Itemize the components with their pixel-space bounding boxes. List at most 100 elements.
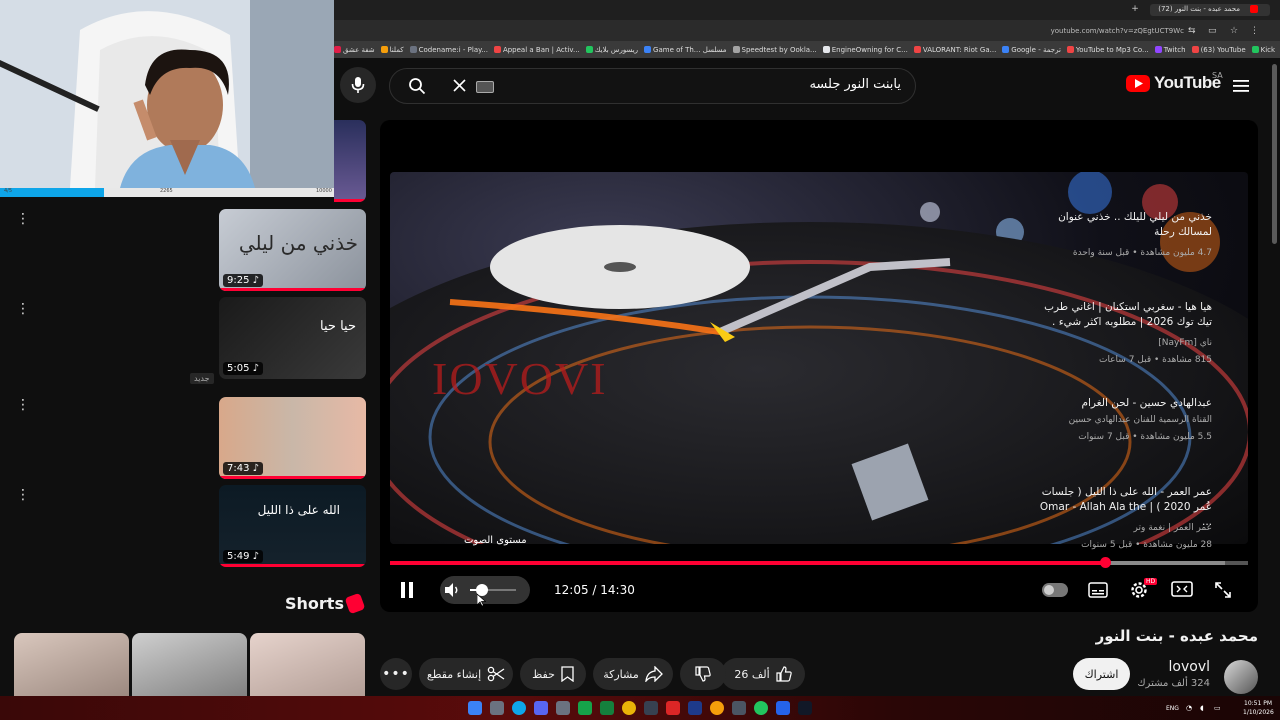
mouse-cursor-icon <box>476 592 487 611</box>
theater-mode-button[interactable] <box>1171 581 1193 601</box>
share-button[interactable]: مشاركة <box>593 658 673 690</box>
input-language[interactable]: ENG <box>1166 705 1179 712</box>
recommendation-channel[interactable]: ناي [NayFm] <box>1032 337 1212 350</box>
taskbar-app-icon[interactable] <box>556 701 570 715</box>
dislike-button[interactable] <box>680 658 726 690</box>
recommendation-meta: 28 مليون مشاهدة • قبل 5 سنوات <box>1081 540 1212 550</box>
clip-label: إنشاء مقطع <box>426 667 482 681</box>
clip-button[interactable]: إنشاء مقطع <box>419 658 513 690</box>
taskbar-app-icon[interactable] <box>732 701 746 715</box>
speaker-icon[interactable]: ◖ <box>1200 704 1204 712</box>
address-bar-url[interactable]: youtube.com/watch?v=zQEgtUCT9Wc <box>1051 27 1184 35</box>
chrome-icon[interactable] <box>710 701 724 715</box>
taskbar-app-icon[interactable] <box>666 701 680 715</box>
edge-icon[interactable] <box>512 701 526 715</box>
bookmark-item[interactable]: YouTube to Mp3 Co... <box>1066 46 1149 54</box>
recommendation-channel[interactable]: القناة الرسمية للفنان عبدالهادي حسين <box>1032 414 1212 427</box>
recommendation-title[interactable]: عبدالهادي حسين - لحن الغرام <box>1032 396 1212 411</box>
bookmark-item[interactable]: ريسورس بلايك <box>585 46 638 54</box>
search-box[interactable]: يابنت النور جلسه <box>389 68 916 104</box>
keyboard-icon[interactable] <box>476 81 494 93</box>
recommendation-thumbnail[interactable]: الله على ذا الليل 5:49 ♪ <box>219 485 366 567</box>
bookmark-item[interactable]: (63) YouTube <box>1191 46 1246 54</box>
pause-button[interactable] <box>399 581 415 603</box>
bookmark-item[interactable]: Speedtest by Ookla... <box>732 46 817 54</box>
recommendation-thumbnail[interactable]: حيا حيا 5:05 ♪ <box>219 297 366 379</box>
taskbar-app-icon[interactable] <box>644 701 658 715</box>
bookmark-item[interactable]: شفة عشق <box>334 46 375 54</box>
taskbar-app-icon[interactable] <box>622 701 636 715</box>
guide-menu-button[interactable] <box>1233 78 1249 97</box>
subscribe-button[interactable]: اشتراك <box>1073 658 1130 690</box>
clear-search-icon[interactable] <box>453 79 466 92</box>
bookmark-label: كملنا <box>389 45 404 54</box>
extensions-icon[interactable]: ⋮ <box>1250 26 1259 36</box>
subtitles-button[interactable] <box>1088 582 1108 602</box>
bookmark-item[interactable]: Google - ترجمة <box>1002 46 1061 54</box>
channel-avatar[interactable] <box>1224 660 1258 694</box>
volume-icon[interactable] <box>443 581 461 599</box>
search-input[interactable]: يابنت النور جلسه <box>809 77 901 92</box>
more-vertical-icon[interactable]: ⋮ <box>16 212 30 226</box>
recommendation-title[interactable]: خذني من ليلي لليلك .. خذني عنوان لمسالك … <box>1032 210 1212 240</box>
windows-start-icon[interactable] <box>468 701 482 715</box>
webcam-overlay <box>0 0 334 188</box>
bookmark-item[interactable]: Codename:i - Play... <box>409 46 488 54</box>
bookmark-item[interactable]: Twitch <box>1154 46 1186 54</box>
webcam-bar-left: 4/5 <box>4 188 13 194</box>
bookmark-label: Kick <box>1260 45 1276 54</box>
more-actions-button[interactable]: ••• <box>380 658 412 690</box>
search-icon[interactable] <box>408 77 426 95</box>
settings-button[interactable]: HD <box>1129 578 1158 604</box>
youtube-logo-text: YouTube <box>1154 73 1221 92</box>
like-button[interactable]: 26 ألف <box>721 658 805 690</box>
streamer-image <box>0 0 334 188</box>
battery-icon[interactable]: ▭ <box>1214 704 1221 712</box>
recommendation-channel[interactable]: عمر العمر | نغمة وتر <box>1032 522 1212 535</box>
bookmark-star-icon[interactable]: ☆ <box>1230 26 1238 36</box>
recommendation-thumbnail[interactable]: خذني من ليلي 9:25 ♪ <box>219 209 366 291</box>
task-view-icon[interactable] <box>490 701 504 715</box>
bookmark-item[interactable]: Appeal a Ban | Activ... <box>493 46 580 54</box>
more-vertical-icon[interactable]: ⋮ <box>16 488 30 502</box>
recommendation-thumbnail[interactable]: 7:43 ♪ <box>219 397 366 479</box>
recommendation-title[interactable]: هيا هيا - سغربي استكنان | اغاني طرب تيك … <box>1032 300 1212 330</box>
watched-progress <box>219 564 366 567</box>
channel-name[interactable]: lovovl <box>1169 659 1210 675</box>
spotify-icon[interactable] <box>754 701 768 715</box>
steam-icon[interactable] <box>688 701 702 715</box>
autoplay-toggle[interactable] <box>1042 583 1068 597</box>
voice-search-button[interactable] <box>340 67 376 103</box>
bookmark-label: Game of Th... مسلسل <box>653 45 727 54</box>
tune-icon[interactable]: ⇆ <box>1188 26 1196 36</box>
new-tab-icon[interactable]: + <box>1130 4 1140 14</box>
autoplay-toggle-knob <box>1044 585 1054 595</box>
video-duration: 7:43 ♪ <box>223 462 264 475</box>
webcam-bar-right: 10000 <box>316 188 332 194</box>
xbox-icon[interactable] <box>578 701 592 715</box>
bookmark-item[interactable]: EngineOwning for C... <box>822 46 908 54</box>
page-scrollbar[interactable] <box>1272 64 1277 244</box>
taskbar-app-icon[interactable] <box>798 701 812 715</box>
bookmark-item[interactable]: Game of Th... مسلسل <box>644 46 727 54</box>
windows-taskbar <box>0 696 1280 720</box>
excel-icon[interactable] <box>600 701 614 715</box>
recommendation-meta: 4.7 مليون مشاهدة • قبل سنة واحدة <box>1072 248 1212 258</box>
progress-scrubber-handle[interactable] <box>1099 557 1111 568</box>
taskbar-clock-time[interactable]: 10:51 PM <box>1244 700 1272 707</box>
network-icon[interactable]: ◔ <box>1186 704 1192 712</box>
youtube-logo[interactable]: YouTube <box>1126 73 1221 93</box>
fullscreen-button[interactable] <box>1214 581 1232 603</box>
bookmark-item[interactable]: كملنا <box>380 45 404 54</box>
more-vertical-icon[interactable]: ⋮ <box>16 398 30 412</box>
more-vertical-icon[interactable]: ⋮ <box>16 302 30 316</box>
bookmark-item[interactable]: Kick <box>1251 45 1276 54</box>
bookmark-icon <box>561 666 574 682</box>
bookmark-item[interactable]: VALORANT: Riot Ga... <box>913 46 996 54</box>
discord-icon[interactable] <box>534 701 548 715</box>
partial-thumbnail[interactable] <box>334 120 366 202</box>
taskbar-app-icon[interactable] <box>776 701 790 715</box>
cast-icon[interactable]: ▭ <box>1208 26 1217 36</box>
save-button[interactable]: حفظ <box>520 658 586 690</box>
taskbar-clock-date[interactable]: 1/10/2026 <box>1243 709 1274 716</box>
